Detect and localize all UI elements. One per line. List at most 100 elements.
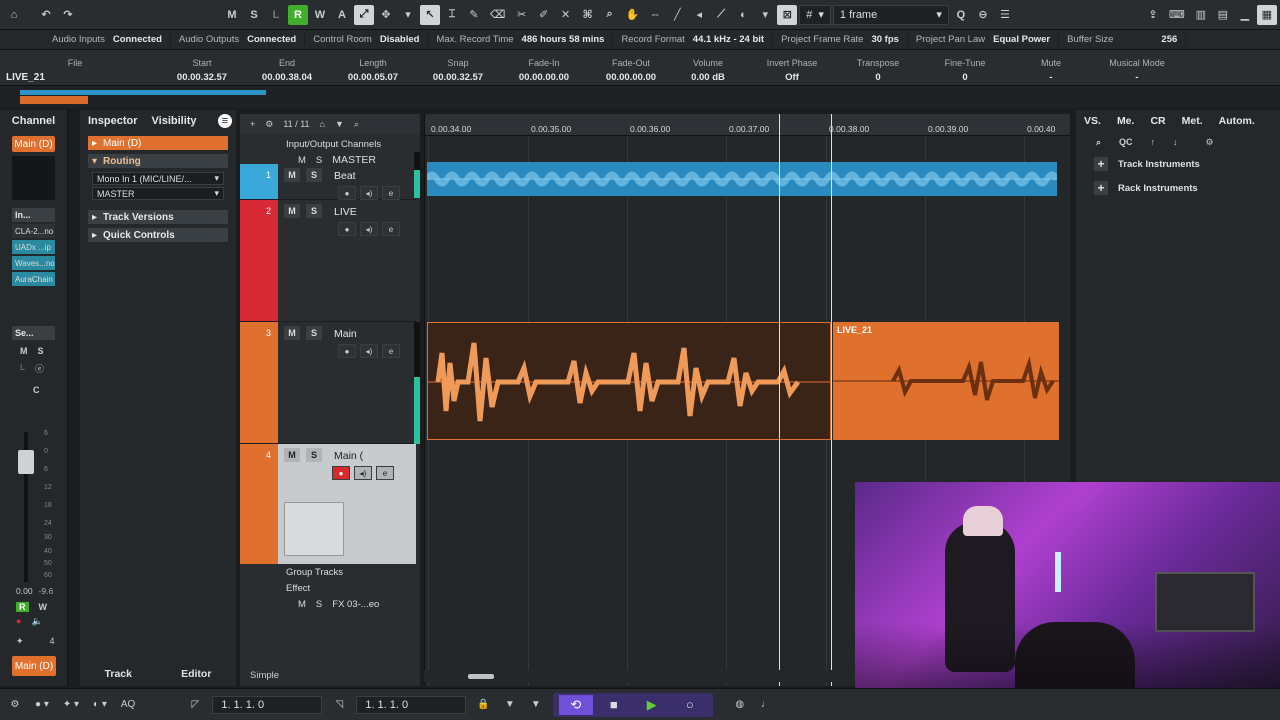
channel-name[interactable]: Main (D) bbox=[12, 136, 55, 152]
status-control-room[interactable]: Control Room Disabled bbox=[305, 34, 429, 45]
punch-out-icon[interactable]: ▼ bbox=[527, 696, 545, 714]
grid-type-select[interactable]: # ▾ bbox=[799, 4, 831, 25]
record-arm-icon[interactable]: ● bbox=[332, 466, 350, 480]
list-icon[interactable]: ☰ bbox=[995, 5, 1015, 25]
info-start[interactable]: Start 00.00.32.57 bbox=[162, 58, 242, 83]
insert-slot-1[interactable]: CLA-2...no bbox=[12, 224, 55, 238]
status-audio-outputs[interactable]: Audio Outputs Connected bbox=[171, 34, 306, 45]
color-tool-icon[interactable]: ◐ bbox=[733, 5, 753, 25]
chevron-down-icon[interactable]: ▾ bbox=[398, 5, 418, 25]
info-volume[interactable]: Volume 0.00 dB bbox=[668, 58, 748, 83]
insert-slot-2[interactable]: UADx ...ip bbox=[12, 240, 55, 254]
record-arm-icon[interactable]: ● bbox=[338, 222, 356, 236]
tab-automation[interactable]: Autom. bbox=[1219, 115, 1255, 127]
inspector-track-name[interactable]: ▸ Main (D) bbox=[88, 136, 228, 150]
split-tool-icon[interactable]: ✂ bbox=[512, 5, 532, 25]
mute-button[interactable]: M bbox=[284, 448, 300, 462]
search-icon[interactable]: ⌕ bbox=[354, 119, 359, 130]
track-visibility-icon[interactable]: ⌂ bbox=[320, 119, 325, 129]
drumstick-tool-icon[interactable]: ⟋ bbox=[711, 5, 731, 25]
info-invert-phase[interactable]: Invert Phase Off bbox=[752, 58, 832, 83]
automation-mode-button[interactable]: A bbox=[332, 5, 352, 25]
cycle-button[interactable]: ⟲ bbox=[558, 694, 593, 715]
track-live[interactable]: 2 MS LIVE ● ◂) e bbox=[240, 200, 416, 322]
metronome-mode-icon[interactable]: ◐ ▾ bbox=[90, 696, 110, 714]
status-frame-rate[interactable]: Project Frame Rate 30 fps bbox=[773, 34, 908, 45]
hand-tool-icon[interactable]: ✋ bbox=[622, 5, 644, 25]
line-tool-icon[interactable]: ╱ bbox=[667, 5, 687, 25]
monitor-icon[interactable]: ◂) bbox=[360, 222, 378, 236]
channel-title[interactable]: Channel bbox=[0, 110, 67, 132]
solo-toggle[interactable]: S bbox=[244, 5, 264, 25]
add-icon[interactable]: + bbox=[1094, 181, 1108, 195]
output-routing-select[interactable]: MASTER ▾ bbox=[92, 187, 224, 200]
quick-controls-toggle[interactable]: QC bbox=[1119, 137, 1133, 147]
track-instruments-row[interactable]: + Track Instruments bbox=[1076, 152, 1280, 176]
edit-channel-icon[interactable]: ⓔ bbox=[35, 362, 44, 375]
tab-track[interactable]: Track bbox=[105, 668, 132, 686]
insert-slot-4[interactable]: AuraChain bbox=[12, 272, 55, 286]
pan-knob[interactable]: C bbox=[33, 385, 40, 395]
solo-button[interactable]: S bbox=[306, 204, 322, 218]
tab-inspector[interactable]: Inspector bbox=[88, 115, 138, 127]
pencil-tool-icon[interactable]: ✎ bbox=[464, 5, 484, 25]
monitor-icon[interactable]: ◂) bbox=[360, 186, 378, 200]
record-arm-icon[interactable]: ● bbox=[338, 344, 356, 358]
quantize-select[interactable]: 1 frame ▾ bbox=[832, 4, 949, 25]
info-file[interactable]: File bbox=[35, 58, 115, 68]
read-button[interactable]: R bbox=[16, 602, 29, 612]
info-snap[interactable]: Snap 00.00.32.57 bbox=[418, 58, 498, 83]
audio-event-main[interactable] bbox=[427, 322, 831, 440]
solo-button[interactable]: S bbox=[306, 326, 322, 340]
settings-icon[interactable]: ⚙ bbox=[6, 696, 24, 714]
layout-bottom-icon[interactable]: ▁ bbox=[1235, 5, 1255, 25]
layout-left-icon[interactable]: ▥ bbox=[1191, 5, 1211, 25]
project-cursor[interactable] bbox=[831, 114, 832, 686]
tab-meter[interactable]: Met. bbox=[1182, 115, 1203, 127]
punch-icon[interactable]: ✦ ▾ bbox=[60, 696, 82, 714]
sends-header[interactable]: Se... bbox=[12, 326, 55, 340]
erase-tool-icon[interactable]: ⌫ bbox=[486, 5, 510, 25]
mute-button[interactable]: M bbox=[284, 326, 300, 340]
play-button[interactable]: ▶ bbox=[635, 695, 669, 715]
info-fade-in[interactable]: Fade-In 00.00.00.00 bbox=[504, 58, 584, 83]
left-locator-position[interactable]: 1. 1. 1. 0 bbox=[212, 695, 323, 714]
fx-track-row[interactable]: M S FX 03-...eo bbox=[240, 596, 416, 612]
click-icon[interactable]: ♩ bbox=[757, 696, 775, 714]
tab-editor[interactable]: Editor bbox=[181, 668, 211, 686]
info-fine-tune[interactable]: Fine-Tune 0 bbox=[925, 58, 1005, 83]
left-locator-icon[interactable]: ◸ bbox=[186, 696, 204, 714]
rack-instruments-row[interactable]: + Rack Instruments bbox=[1076, 176, 1280, 200]
stop-button[interactable]: ■ bbox=[597, 695, 631, 715]
range-tool-icon[interactable]: ⌶ bbox=[442, 5, 462, 25]
info-musical-mode[interactable]: Musical Mode - bbox=[1097, 58, 1177, 83]
monitor-icon[interactable]: ◂) bbox=[360, 344, 378, 358]
metronome-icon[interactable]: ◍ bbox=[731, 696, 749, 714]
listen-toggle[interactable]: L bbox=[266, 5, 286, 25]
insert-slot-3[interactable]: Waves...no bbox=[12, 256, 55, 270]
track-main[interactable]: 3 MS Main ● ◂) e bbox=[240, 322, 416, 444]
fx-mute[interactable]: M bbox=[298, 599, 306, 610]
track-name[interactable]: Beat bbox=[334, 170, 356, 182]
record-mode-icon[interactable]: ● ▾ bbox=[32, 696, 52, 714]
info-fade-out[interactable]: Fade-Out 00.00.00.00 bbox=[591, 58, 671, 83]
layout-top-icon[interactable]: ▤ bbox=[1213, 5, 1233, 25]
record-arm-icon[interactable]: ● bbox=[338, 186, 356, 200]
edit-channel-icon[interactable]: e bbox=[376, 466, 394, 480]
autoscroll-icon[interactable]: ⤢ bbox=[354, 4, 374, 25]
info-length[interactable]: Length 00.00.05.07 bbox=[333, 58, 413, 83]
mute-button[interactable]: M bbox=[284, 168, 300, 182]
volume-readout[interactable]: 0.00 bbox=[16, 586, 33, 596]
monitor-icon[interactable]: ◂) bbox=[354, 466, 372, 480]
redo-icon[interactable]: ↷ bbox=[58, 5, 78, 25]
tab-media[interactable]: Me. bbox=[1117, 115, 1135, 127]
edit-channel-icon[interactable]: e bbox=[382, 186, 400, 200]
add-track-icon[interactable]: + bbox=[250, 119, 255, 129]
mute-toggle[interactable]: M bbox=[222, 5, 242, 25]
undo-icon[interactable]: ↶ bbox=[36, 5, 56, 25]
routing-section[interactable]: ▾ Routing bbox=[88, 154, 228, 168]
tab-control-room[interactable]: CR bbox=[1150, 115, 1165, 127]
listen-button[interactable]: L bbox=[20, 362, 25, 375]
quantize-settings-icon[interactable]: ⊖ bbox=[973, 5, 993, 25]
info-mute[interactable]: Mute - bbox=[1011, 58, 1091, 83]
